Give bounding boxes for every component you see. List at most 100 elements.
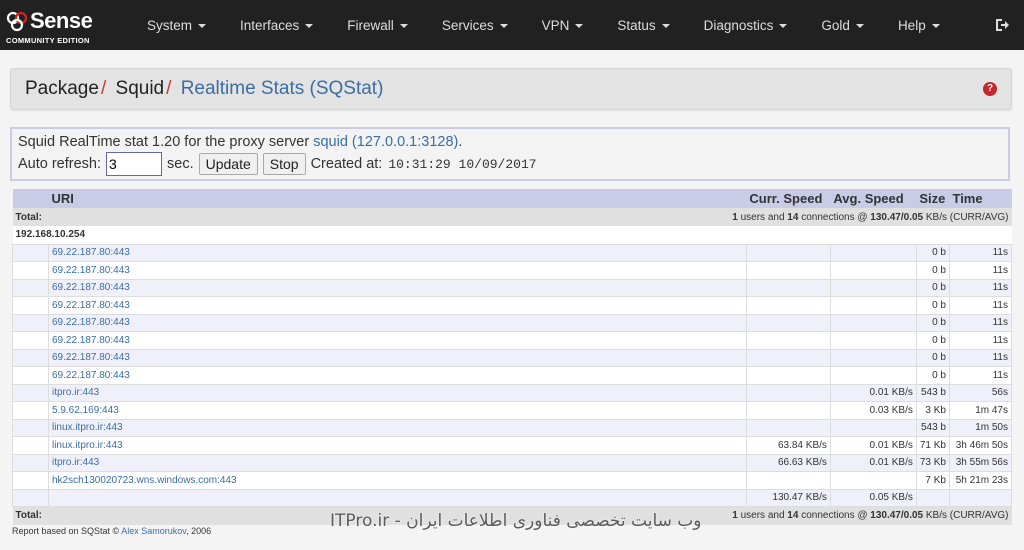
auto-refresh-input[interactable] bbox=[106, 152, 163, 176]
table-row: 5.9.62.169:443 0.03 KB/s 3 Kb 1m 47s bbox=[12, 401, 1013, 420]
row-uri[interactable]: 69.22.187.80:443 bbox=[47, 243, 747, 262]
table-row: itpro.ir:443 66.63 KB/s 0.01 KB/s 73 Kb 3h 5… bbox=[12, 453, 1013, 472]
row-time: 11s bbox=[948, 296, 1013, 315]
row-indent bbox=[12, 296, 49, 315]
row-avg-speed bbox=[829, 366, 917, 385]
table-row: 69.22.187.80:443 0 b 11s bbox=[12, 278, 1013, 297]
row-time: 56s bbox=[948, 383, 1013, 402]
row-size: 0 b bbox=[915, 348, 950, 367]
subtotal-avg-speed: 0.05 KB/s bbox=[829, 488, 917, 507]
menu-interfaces[interactable]: Interfaces bbox=[223, 0, 330, 50]
header-empty bbox=[12, 189, 49, 208]
help-icon[interactable]: ? bbox=[983, 82, 997, 96]
pfsense-logo[interactable]: Sense COMMUNITY EDITION bbox=[4, 0, 114, 50]
total-row-top: Total: 1 users and 14 connections @ 130.… bbox=[12, 208, 1012, 226]
server-link[interactable]: squid (127.0.0.1:3128) bbox=[313, 134, 458, 150]
refresh-controls: Auto refresh: sec. Update Stop Created a… bbox=[18, 152, 537, 176]
menu-gold[interactable]: Gold bbox=[804, 0, 881, 50]
row-indent bbox=[12, 401, 49, 420]
breadcrumb-package[interactable]: Package bbox=[25, 78, 99, 99]
server-info-line: Squid RealTime stat 1.20 for the proxy s… bbox=[18, 134, 462, 150]
row-uri[interactable]: 69.22.187.80:443 bbox=[47, 296, 747, 315]
menu-help[interactable]: Help bbox=[881, 0, 957, 50]
breadcrumb-separator: / bbox=[100, 78, 107, 99]
row-uri[interactable]: linux.itpro.ir:443 bbox=[47, 418, 747, 437]
breadcrumb-panel: Package / Squid / Realtime Stats (SQStat) … bbox=[10, 68, 1012, 110]
table-row: 69.22.187.80:443 0 b 11s bbox=[12, 348, 1013, 367]
summary-users-label: users and bbox=[737, 510, 788, 522]
summary-connections: 14 bbox=[787, 510, 799, 522]
menu-services[interactable]: Services bbox=[425, 0, 525, 50]
row-uri[interactable]: 69.22.187.80:443 bbox=[47, 278, 747, 297]
breadcrumb-current[interactable]: Realtime Stats (SQStat) bbox=[181, 78, 384, 99]
subtotal-empty bbox=[12, 488, 49, 507]
row-uri[interactable]: 69.22.187.80:443 bbox=[47, 261, 747, 280]
stop-button[interactable]: Stop bbox=[262, 153, 306, 175]
top-navbar: Sense COMMUNITY EDITION System Interfaces… bbox=[0, 0, 1024, 50]
row-indent bbox=[12, 331, 49, 350]
row-avg-speed bbox=[829, 296, 917, 315]
summary-speed: 130.47/0.05 bbox=[870, 510, 924, 522]
update-button[interactable]: Update bbox=[198, 153, 258, 175]
row-indent bbox=[12, 418, 49, 437]
row-curr-speed bbox=[745, 331, 831, 350]
row-time: 1m 47s bbox=[948, 401, 1013, 420]
footer-suffix: , 2006 bbox=[186, 526, 212, 536]
row-curr-speed bbox=[745, 348, 831, 367]
row-size: 543 b bbox=[915, 383, 950, 402]
row-uri[interactable]: 69.22.187.80:443 bbox=[47, 366, 747, 385]
summary-connections-label: connections @ bbox=[798, 510, 871, 522]
subtotal-uri-empty bbox=[47, 488, 747, 507]
row-size: 0 b bbox=[915, 278, 950, 297]
menu-label: Status bbox=[617, 18, 656, 33]
subtotal-row: 130.47 KB/s 0.05 KB/s bbox=[12, 488, 1013, 507]
row-uri[interactable]: hk2sch130020723.wns.windows.com:443 bbox=[47, 471, 747, 490]
brand-subtitle: COMMUNITY EDITION bbox=[6, 36, 90, 45]
caret-down-icon bbox=[575, 24, 584, 29]
row-uri[interactable]: 69.22.187.80:443 bbox=[47, 313, 747, 332]
menu-firewall[interactable]: Firewall bbox=[330, 0, 425, 50]
brand-wordmark: Sense bbox=[30, 8, 93, 33]
menu-label: Services bbox=[441, 18, 494, 33]
row-curr-speed bbox=[745, 261, 831, 280]
menu-vpn[interactable]: VPN bbox=[525, 0, 601, 50]
row-size: 71 Kb bbox=[915, 436, 950, 455]
row-indent bbox=[12, 278, 49, 297]
summary-connections: 14 bbox=[787, 211, 799, 223]
footer-author-link[interactable]: Alex Samorukov bbox=[121, 526, 186, 536]
menu-diagnostics[interactable]: Diagnostics bbox=[687, 0, 805, 50]
row-uri[interactable]: 5.9.62.169:443 bbox=[47, 401, 747, 420]
row-uri[interactable]: itpro.ir:443 bbox=[47, 383, 747, 402]
total-label-bottom: Total: bbox=[12, 506, 49, 525]
row-uri[interactable]: 69.22.187.80:443 bbox=[47, 331, 747, 350]
watermark-text: ITPro.ir - وب سایت تخصصی فناوری اطلاعات … bbox=[330, 511, 702, 531]
row-curr-speed bbox=[745, 471, 831, 490]
row-avg-speed bbox=[829, 471, 917, 490]
menu-label: Interfaces bbox=[240, 18, 300, 33]
sqstat-info-box: Squid RealTime stat 1.20 for the proxy s… bbox=[10, 127, 1010, 181]
breadcrumb-squid[interactable]: Squid bbox=[116, 78, 165, 99]
row-uri[interactable]: linux.itpro.ir:443 bbox=[47, 436, 747, 455]
created-label: Created at: bbox=[310, 156, 383, 172]
row-indent bbox=[12, 243, 49, 262]
summary-speed-label: KB/s (CURR/AVG) bbox=[923, 211, 1009, 223]
table-row: 69.22.187.80:443 0 b 11s bbox=[12, 261, 1013, 280]
header-avg-speed: Avg. Speed bbox=[830, 189, 917, 208]
server-info-prefix: Squid RealTime stat 1.20 for the proxy s… bbox=[18, 134, 314, 150]
row-size: 0 b bbox=[915, 261, 950, 280]
row-time: 11s bbox=[948, 278, 1013, 297]
row-uri[interactable]: itpro.ir:443 bbox=[47, 453, 747, 472]
row-uri[interactable]: 69.22.187.80:443 bbox=[47, 348, 747, 367]
logout-icon[interactable] bbox=[994, 17, 1010, 33]
row-avg-speed bbox=[829, 331, 917, 350]
menu-system[interactable]: System bbox=[130, 0, 223, 50]
row-avg-speed bbox=[829, 348, 917, 367]
main-menu: System Interfaces Firewall Services VPN Statu… bbox=[130, 0, 957, 50]
menu-status[interactable]: Status bbox=[600, 0, 686, 50]
subtotal-size-empty bbox=[915, 488, 950, 507]
row-curr-speed bbox=[745, 243, 831, 262]
row-avg-speed: 0.01 KB/s bbox=[829, 436, 917, 455]
row-time: 5h 21m 23s bbox=[948, 471, 1013, 490]
row-time: 1m 50s bbox=[948, 418, 1013, 437]
row-avg-speed: 0.01 KB/s bbox=[829, 453, 917, 472]
